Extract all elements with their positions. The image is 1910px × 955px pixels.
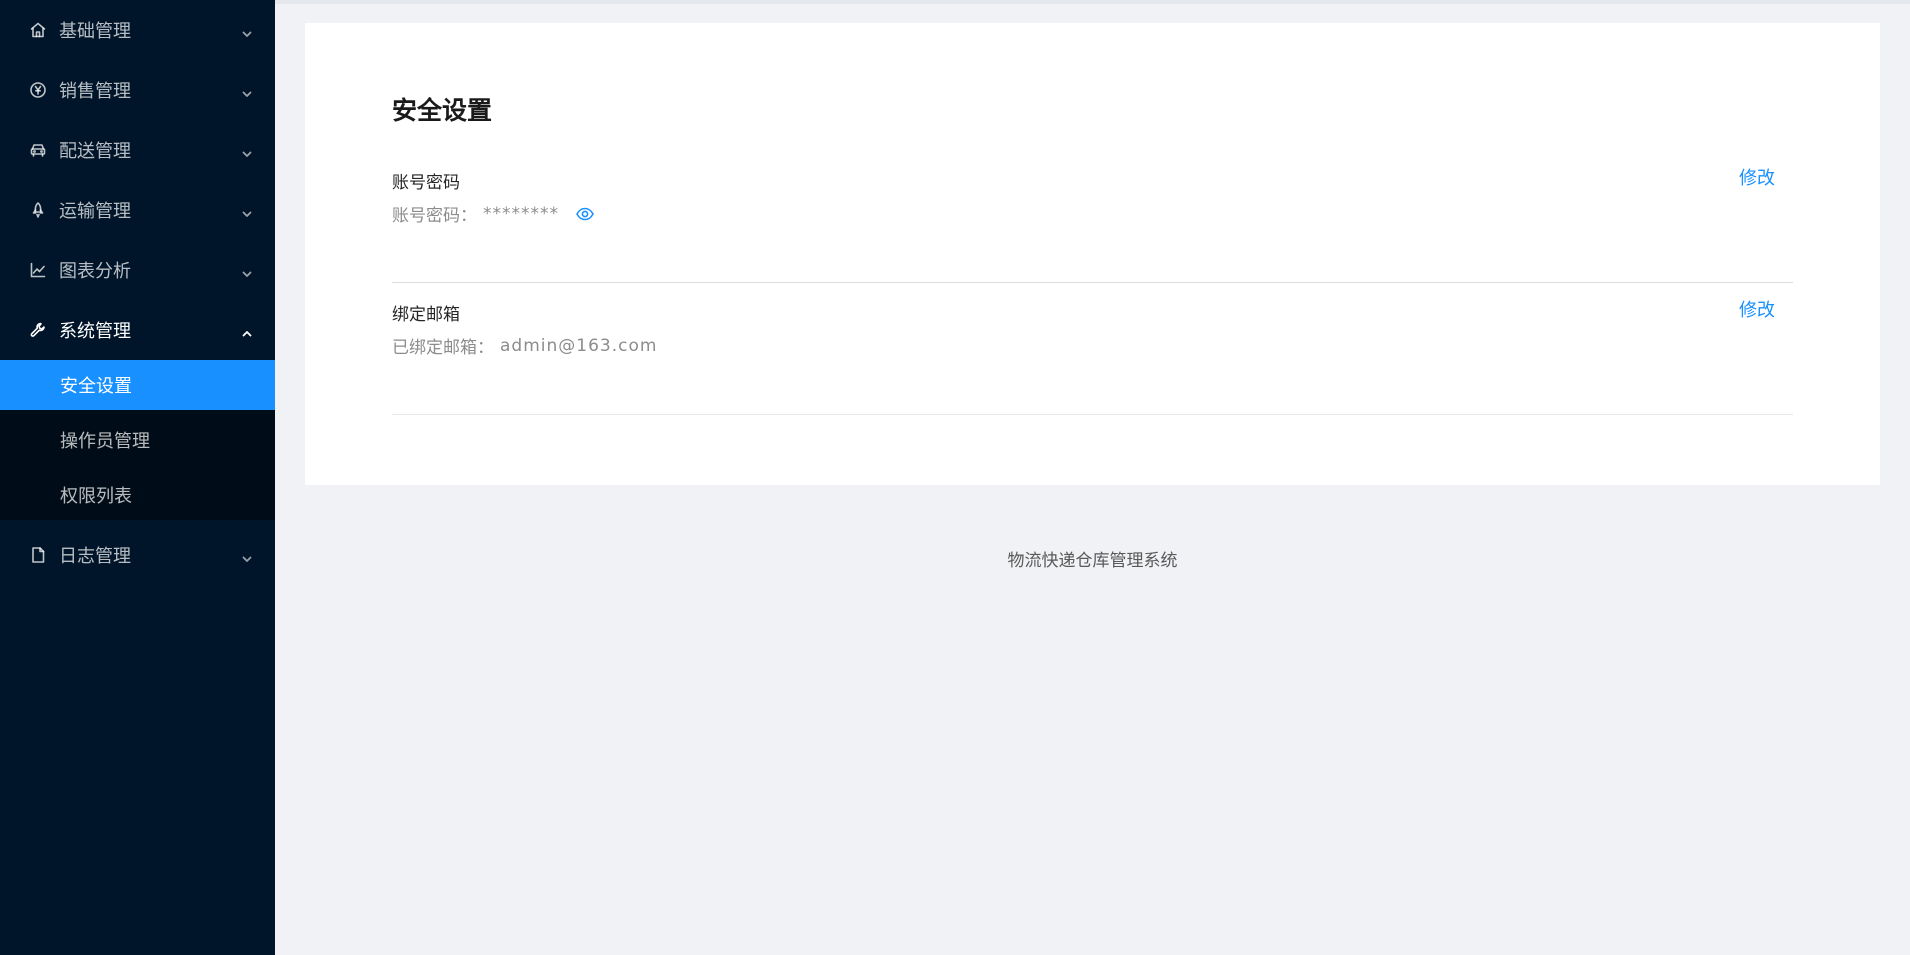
home-icon: [29, 21, 47, 39]
sidebar-menu: 基础管理 销售管理 配送管理 运输管理 图表分析 系统管理 安全设置 操作员管理…: [0, 0, 275, 585]
sidebar: 基础管理 销售管理 配送管理 运输管理 图表分析 系统管理 安全设置 操作员管理…: [0, 0, 275, 955]
sidebar-item-system[interactable]: 系统管理: [0, 300, 275, 360]
sidebar-submenu-wrapper: 安全设置 操作员管理 权限列表: [0, 360, 275, 520]
sidebar-subitem-label: 权限列表: [60, 486, 132, 507]
sidebar-item-basic[interactable]: 基础管理: [0, 0, 275, 60]
sidebar-item-logs[interactable]: 日志管理: [0, 525, 275, 585]
eye-icon[interactable]: [575, 204, 595, 224]
chevron-down-icon: [241, 549, 253, 562]
sidebar-subitem-permissions[interactable]: 权限列表: [0, 470, 275, 520]
sidebar-item-delivery[interactable]: 配送管理: [0, 120, 275, 180]
sidebar-item-charts[interactable]: 图表分析: [0, 240, 275, 300]
email-row: 绑定邮箱 已绑定邮箱： admin@163.com 修改: [392, 300, 1793, 415]
file-icon: [29, 546, 47, 564]
sidebar-item-transport[interactable]: 运输管理: [0, 180, 275, 240]
security-settings-card: 安全设置 账号密码 账号密码： ******** 修改 绑定邮箱 已绑定邮箱： …: [305, 23, 1880, 485]
chevron-down-icon: [241, 84, 253, 97]
sidebar-submenu-system: 安全设置 操作员管理 权限列表: [0, 360, 275, 520]
car-icon: [29, 141, 47, 159]
chevron-down-icon: [241, 24, 253, 37]
page-title: 安全设置: [392, 96, 493, 125]
line-chart-icon: [29, 261, 47, 279]
chevron-down-icon: [241, 144, 253, 157]
sidebar-item-label: 配送管理: [59, 141, 131, 162]
row-title: 绑定邮箱: [392, 305, 460, 325]
email-value: admin@163.com: [500, 335, 658, 356]
row-title: 账号密码: [392, 173, 460, 193]
app-root: 基础管理 销售管理 配送管理 运输管理 图表分析 系统管理 安全设置 操作员管理…: [0, 0, 1910, 955]
sidebar-item-label: 运输管理: [59, 201, 131, 222]
sidebar-subitem-operators[interactable]: 操作员管理: [0, 415, 275, 465]
edit-password-link[interactable]: 修改: [1739, 164, 1775, 190]
row-description: 已绑定邮箱： admin@163.com: [392, 333, 658, 359]
sidebar-subitem-label: 安全设置: [60, 376, 132, 397]
sidebar-item-label: 图表分析: [59, 261, 131, 282]
sidebar-item-sales[interactable]: 销售管理: [0, 60, 275, 120]
row-desc-label: 账号密码：: [392, 206, 477, 226]
sidebar-subitem-security[interactable]: 安全设置: [0, 360, 275, 410]
rocket-icon: [29, 201, 47, 219]
chevron-down-icon: [241, 204, 253, 217]
chevron-up-icon: [241, 324, 253, 337]
row-description: 账号密码： ********: [392, 201, 595, 226]
sidebar-item-label: 系统管理: [59, 321, 131, 342]
sidebar-item-label: 基础管理: [59, 21, 131, 42]
tool-icon: [29, 321, 47, 339]
header-strip: [275, 0, 1910, 4]
sidebar-subitem-label: 操作员管理: [60, 431, 150, 452]
yen-icon: [29, 81, 47, 99]
sidebar-item-label: 日志管理: [59, 546, 131, 567]
password-value: ********: [483, 203, 559, 224]
sidebar-item-label: 销售管理: [59, 81, 131, 102]
edit-email-link[interactable]: 修改: [1739, 296, 1775, 322]
footer-text: 物流快递仓库管理系统: [1007, 551, 1178, 571]
row-desc-label: 已绑定邮箱：: [392, 338, 494, 358]
password-row: 账号密码 账号密码： ******** 修改: [392, 168, 1793, 283]
chevron-down-icon: [241, 264, 253, 277]
